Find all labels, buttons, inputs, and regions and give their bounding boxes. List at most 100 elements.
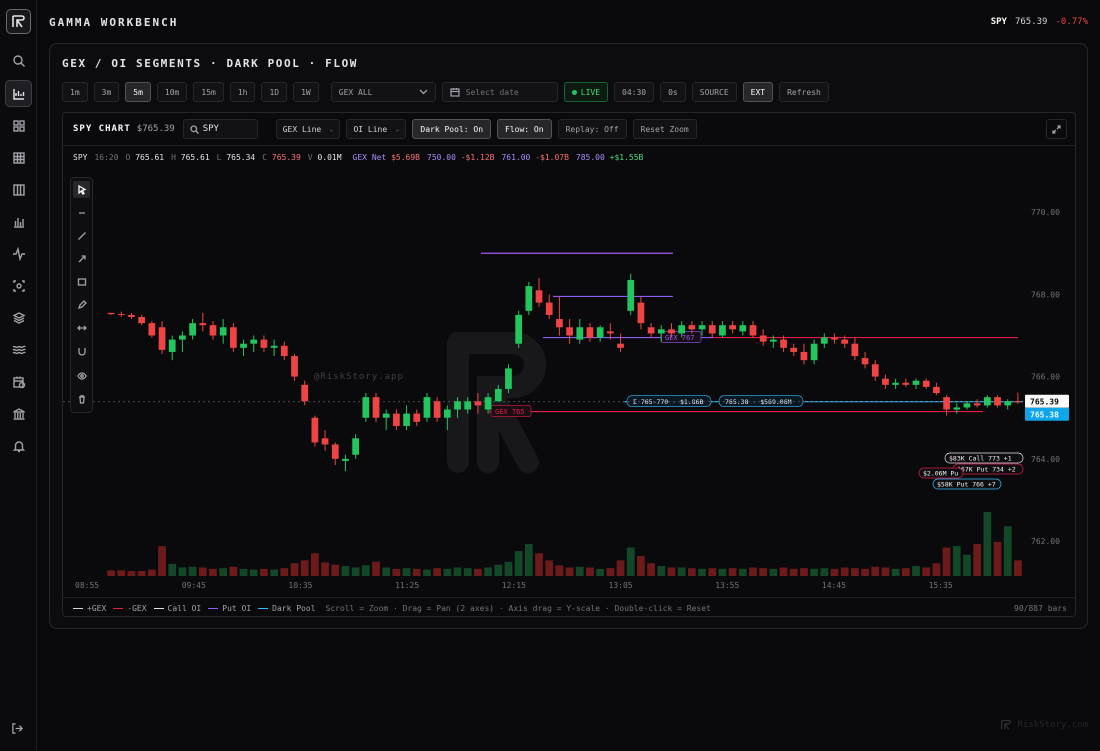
volume-bar: [718, 568, 727, 576]
timeframe-10m[interactable]: 10m: [156, 82, 188, 102]
volume-bar: [687, 568, 696, 576]
ohlc-low: 765.34: [226, 153, 256, 162]
grid-icon[interactable]: [5, 144, 32, 171]
volume-bar: [443, 568, 452, 576]
volume-bar: [912, 566, 920, 576]
source-button[interactable]: SOURCE: [691, 82, 737, 102]
search-icon: [190, 124, 199, 134]
candle-body: [474, 401, 482, 406]
logout-icon[interactable]: [11, 722, 24, 738]
candle-body: [372, 397, 380, 418]
volume-bar: [565, 567, 574, 576]
candle-body: [484, 397, 492, 410]
calendar-clock-icon[interactable]: [5, 368, 32, 395]
activity-icon[interactable]: [5, 240, 32, 267]
timeframe-3m[interactable]: 3m: [93, 82, 120, 102]
volume-bar: [973, 544, 982, 576]
candle-body: [138, 316, 146, 324]
eye-icon[interactable]: [73, 367, 90, 384]
dashboard-icon[interactable]: [5, 112, 32, 139]
replay-toggle[interactable]: Replay: Off: [557, 119, 627, 139]
columns-icon[interactable]: [5, 176, 32, 203]
timeframe-15m[interactable]: 15m: [193, 82, 224, 102]
volume-bar: [922, 567, 931, 576]
drawing-toolbar: [70, 177, 93, 413]
volume-bar: [871, 566, 880, 576]
candle-body: [994, 397, 1001, 406]
volume-bar: [341, 566, 350, 576]
gex-select[interactable]: GEX ALL: [330, 82, 436, 102]
bank-icon[interactable]: [5, 400, 32, 427]
measure-icon[interactable]: [73, 319, 90, 336]
cursor-icon[interactable]: [73, 181, 90, 198]
dark-pool-toggle[interactable]: Dark Pool: On: [412, 119, 492, 139]
date-picker[interactable]: Select date: [441, 82, 558, 102]
refresh-button[interactable]: Refresh: [779, 82, 829, 102]
bell-icon[interactable]: [5, 432, 32, 459]
live-button[interactable]: LIVE: [563, 82, 609, 102]
flow-tag-label: $2.06M Pu: [923, 470, 958, 478]
oi-mode-value: OI Line: [353, 124, 388, 134]
ohlc-high-label: H: [171, 153, 176, 162]
candle-body: [403, 413, 410, 426]
last-price-label: 765.39: [1030, 398, 1059, 407]
rectangle-icon[interactable]: [73, 273, 90, 290]
volume-bar: [474, 568, 482, 576]
volume-bar: [372, 561, 380, 576]
trash-icon[interactable]: [73, 390, 90, 407]
flow-toggle[interactable]: Flow: On: [497, 119, 552, 139]
timeframe-5m[interactable]: 5m: [125, 82, 151, 102]
candle-body: [342, 458, 349, 461]
timeframe-1d[interactable]: 1D: [261, 82, 288, 102]
chart-icon[interactable]: [5, 80, 32, 107]
arrow-icon[interactable]: [73, 250, 90, 267]
bar-chart-icon[interactable]: [5, 208, 32, 235]
candle-body: [566, 327, 573, 336]
volume-bar: [708, 568, 717, 576]
volume-bar: [606, 568, 615, 576]
gex-mode-select[interactable]: GEX Line ⌄: [275, 119, 341, 139]
clock-display: 04:30: [614, 82, 655, 102]
price-chart[interactable]: 770.00 768.00 766.00 764.00 762.00 08:55 09:45…: [63, 113, 1076, 597]
volume-bar: [698, 568, 706, 576]
symbol-search-input[interactable]: SPY: [182, 119, 258, 139]
candle-body: [525, 286, 533, 311]
timeframe-1m[interactable]: 1m: [62, 82, 88, 102]
volume-bar: [626, 547, 635, 576]
candle-body: [698, 325, 706, 330]
timeframe-1w[interactable]: 1W: [293, 82, 319, 102]
app-logo[interactable]: [6, 9, 31, 34]
live-dot-icon: [571, 89, 577, 95]
ohlc-low-label: L: [216, 153, 222, 162]
ohlc-open-label: O: [125, 153, 131, 162]
candle-body: [545, 302, 553, 315]
reset-zoom-button[interactable]: Reset Zoom: [632, 119, 697, 139]
expand-icon[interactable]: [1046, 119, 1067, 139]
candle-body: [882, 378, 889, 385]
trend-line-icon[interactable]: [73, 227, 90, 244]
candle-body: [117, 314, 125, 316]
volume-bar: [738, 568, 747, 576]
volume-bar: [861, 568, 869, 576]
volume-bar: [290, 563, 299, 576]
x-tick-label: 12:15: [502, 581, 526, 590]
volume-bar: [178, 567, 187, 576]
candle-body: [382, 413, 390, 418]
delay-display[interactable]: 0s: [660, 82, 686, 102]
oi-mode-select[interactable]: OI Line ⌄: [346, 119, 407, 139]
layers-icon[interactable]: [5, 304, 32, 331]
candle-body: [861, 358, 869, 365]
pencil-icon[interactable]: [73, 296, 90, 313]
magnet-icon[interactable]: [73, 342, 90, 359]
candle-body: [433, 401, 441, 418]
timeframe-1h[interactable]: 1h: [229, 82, 256, 102]
volume-bar: [993, 541, 1002, 576]
ext-toggle[interactable]: EXT: [742, 82, 774, 102]
horizontal-line-icon[interactable]: [73, 204, 90, 221]
ohlc-time: 16:20: [94, 153, 119, 162]
scan-icon[interactable]: [5, 272, 32, 299]
search-icon[interactable]: [5, 47, 32, 74]
volume-bar: [789, 568, 798, 576]
waves-icon[interactable]: [5, 336, 32, 363]
ticker-symbol: SPY: [990, 17, 1007, 27]
